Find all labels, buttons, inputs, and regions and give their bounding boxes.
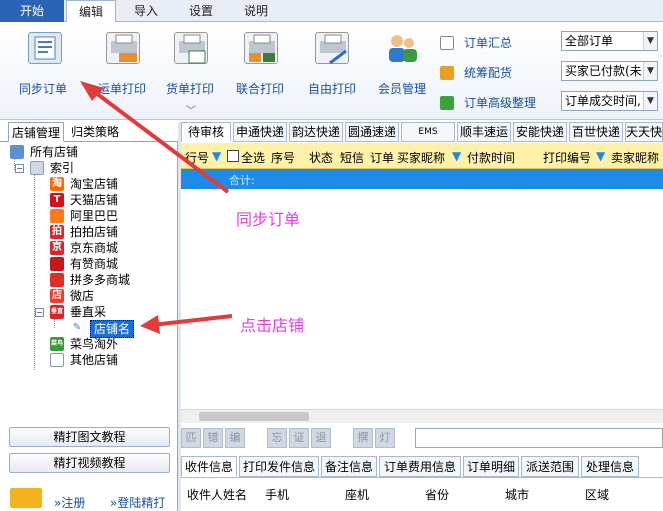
annotation-sync-order: 同步订单	[236, 210, 301, 229]
annotation-arrows	[80, 81, 233, 334]
annotation-click-shop: 点击店铺	[240, 316, 305, 335]
